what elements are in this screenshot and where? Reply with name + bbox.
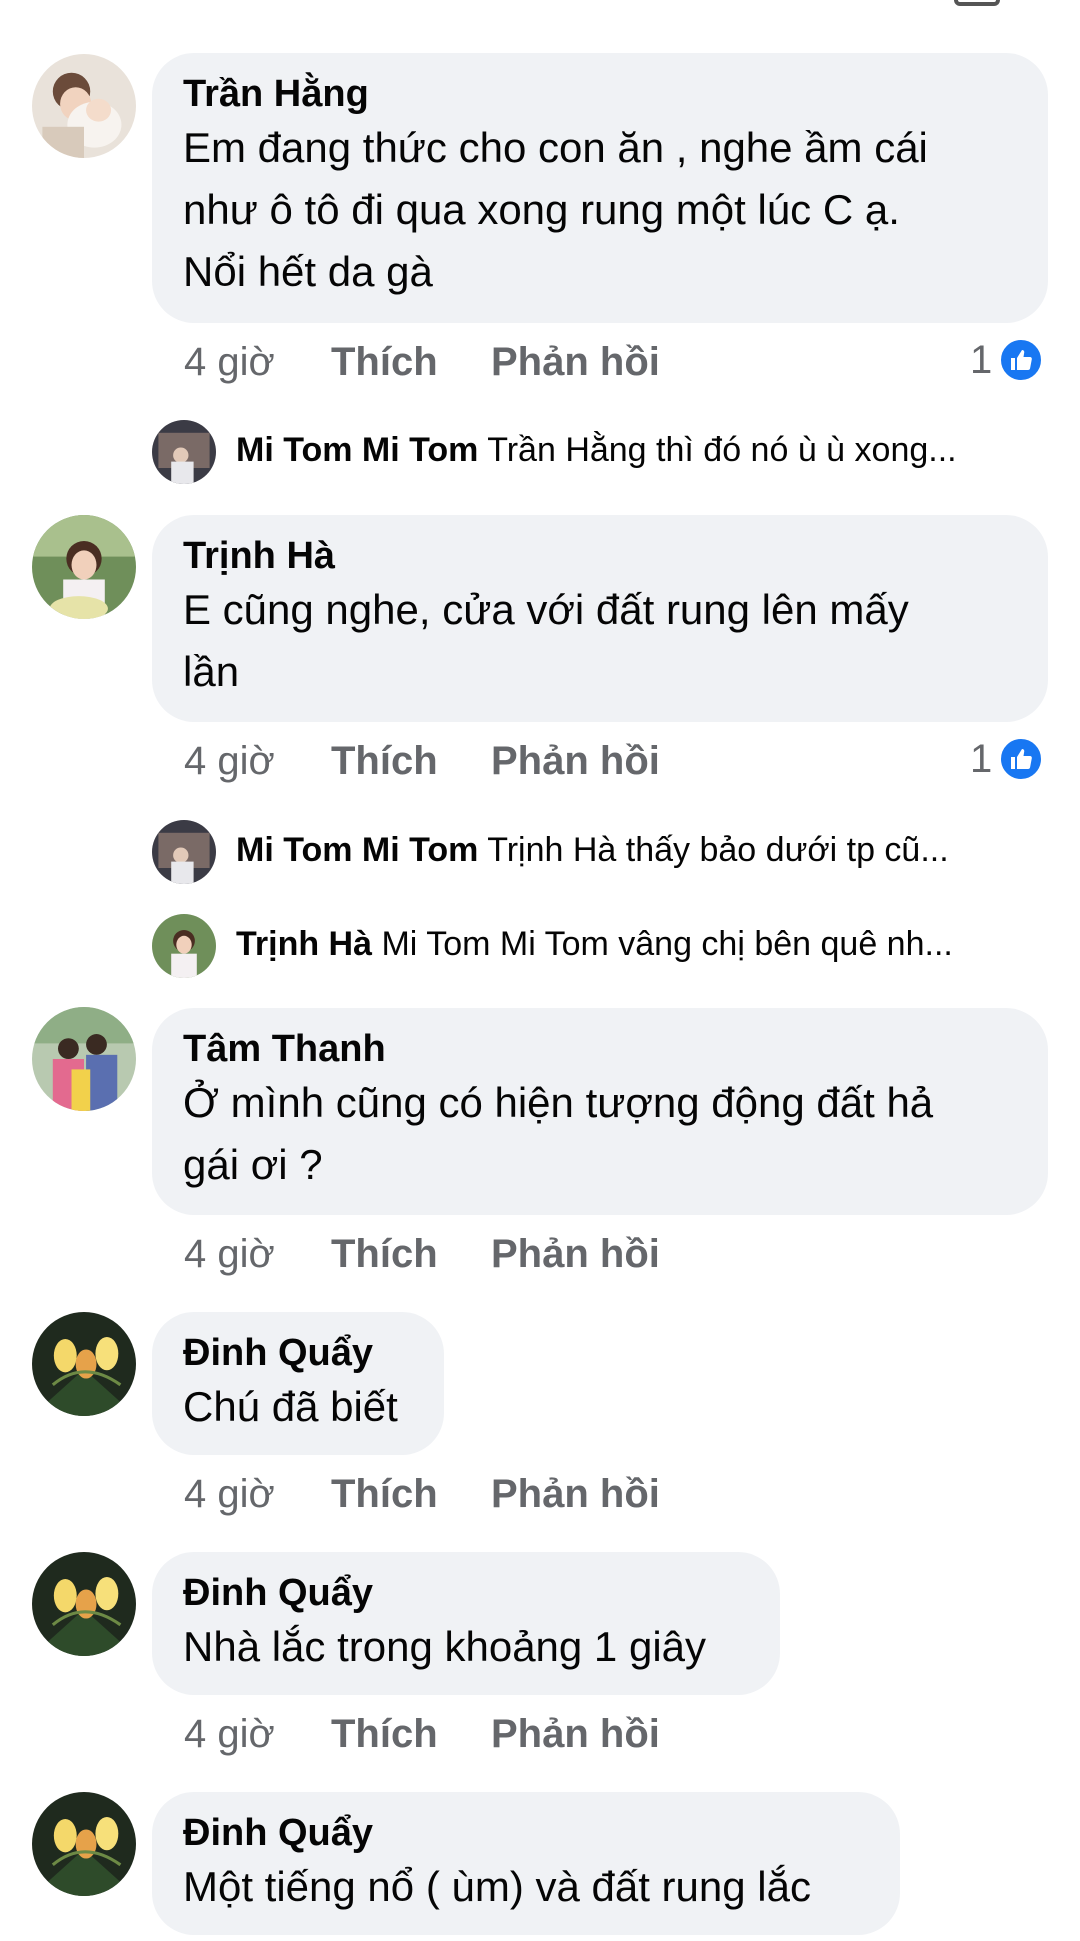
comment-time: 4 giờ [184,1232,275,1276]
comment-text-line: Em đang thức cho con ăn , nghe ầm cái [183,124,928,171]
avatar-photo [32,515,136,619]
like-thumb-icon [998,337,1045,383]
like-action[interactable]: Thích [331,739,438,783]
reply-action[interactable]: Phản hồi [491,1472,660,1516]
reaction-summary[interactable]: 1 [970,336,1045,384]
comment-bubble[interactable]: Trịnh Hà E cũng nghe, cửa với đất rung l… [152,515,1048,722]
avatar[interactable] [32,54,136,158]
reply-action[interactable]: Phản hồi [491,1712,660,1756]
reaction-summary[interactable]: 1 [970,735,1045,783]
like-action[interactable]: Thích [331,1472,438,1516]
avatar[interactable] [32,1552,136,1656]
comment-text-line: Nổi hết da gà [183,248,433,295]
like-action[interactable]: Thích [331,1712,438,1756]
comment-time: 4 giờ [184,1712,275,1756]
previous-comment-fragment [150,0,1000,6]
comment-text-line: Một tiếng nổ ( ùm) và đất rung lắc [183,1863,811,1910]
reply-author[interactable]: Mi Tom Mi Tom [236,431,478,469]
reply-text: Mi Tom Mi Tom vâng chị bên quê nh... [381,925,953,963]
comment-meta: 4 giờ [184,338,275,386]
comment-author[interactable]: Đinh Quẩy [183,1570,750,1616]
avatar-photo [32,1007,136,1111]
reply-avatar[interactable] [152,914,216,978]
like-action[interactable]: Thích [331,340,438,384]
comment-text-line: E cũng nghe, cửa với đất rung lên mấy [183,586,909,633]
reply-avatar[interactable] [152,820,216,884]
comment-text-line: Nhà lắc trong khoảng 1 giây [183,1623,707,1670]
comment-bubble[interactable]: Tâm Thanh Ở mình cũng có hiện tượng động… [152,1008,1048,1215]
reply-action[interactable]: Phản hồi [491,739,660,783]
avatar[interactable] [32,1792,136,1896]
comment-author[interactable]: Đinh Quẩy [183,1810,870,1856]
avatar[interactable] [32,1312,136,1416]
reply-text: Trịnh Hà thấy bảo dưới tp cũ... [487,831,949,869]
comment-author[interactable]: Tâm Thanh [183,1026,1018,1072]
reply-avatar[interactable] [152,420,216,484]
comment-time: 4 giờ [184,739,275,783]
reply-text: Trần Hằng thì đó nó ù ù xong... [487,431,957,469]
comment-text-line: như ô tô đi qua xong rung một lúc C ạ. [183,186,900,233]
comment-bubble[interactable]: Trần Hằng Em đang thức cho con ăn , nghe… [152,53,1048,323]
reply-preview[interactable]: Trịnh Hà Mi Tom Mi Tom vâng chị bên quê … [236,922,1046,966]
reply-author[interactable]: Trịnh Hà [236,925,372,963]
reply-preview[interactable]: Mi Tom Mi Tom Trịnh Hà thấy bảo dưới tp … [236,828,1046,872]
like-thumb-icon [998,736,1045,782]
comment-bubble[interactable]: Đinh Quẩy Chú đã biết [152,1312,444,1455]
comment-time: 4 giờ [184,1472,275,1516]
comment-text-line: Chú đã biết [183,1383,398,1430]
avatar[interactable] [32,515,136,619]
avatar-photo [32,1552,136,1656]
reply-author[interactable]: Mi Tom Mi Tom [236,831,478,869]
comment-author[interactable]: Trần Hằng [183,71,1018,117]
comment-author[interactable]: Đinh Quẩy [183,1330,414,1376]
comment-text-line: gái ơi ? [183,1141,323,1188]
avatar-photo [32,54,136,158]
comment-bubble[interactable]: Đinh Quẩy Một tiếng nổ ( ùm) và đất rung… [152,1792,900,1935]
reaction-count: 1 [970,338,993,382]
like-action[interactable]: Thích [331,1232,438,1276]
more-options-icon[interactable] [954,0,1000,6]
reply-action[interactable]: Phản hồi [491,340,660,384]
comment-time: 4 giờ [184,340,275,384]
reply-preview[interactable]: Mi Tom Mi Tom Trần Hằng thì đó nó ù ù xo… [236,428,1046,472]
avatar[interactable] [32,1007,136,1111]
avatar-photo [32,1792,136,1896]
comment-text-line: Ở mình cũng có hiện tượng động đất hả [183,1079,934,1126]
comment-author[interactable]: Trịnh Hà [183,533,1018,579]
comment-text-line: lần [183,648,240,695]
reaction-count: 1 [970,737,993,781]
reply-action[interactable]: Phản hồi [491,1232,660,1276]
comment-bubble[interactable]: Đinh Quẩy Nhà lắc trong khoảng 1 giây [152,1552,780,1695]
avatar-photo [32,1312,136,1416]
